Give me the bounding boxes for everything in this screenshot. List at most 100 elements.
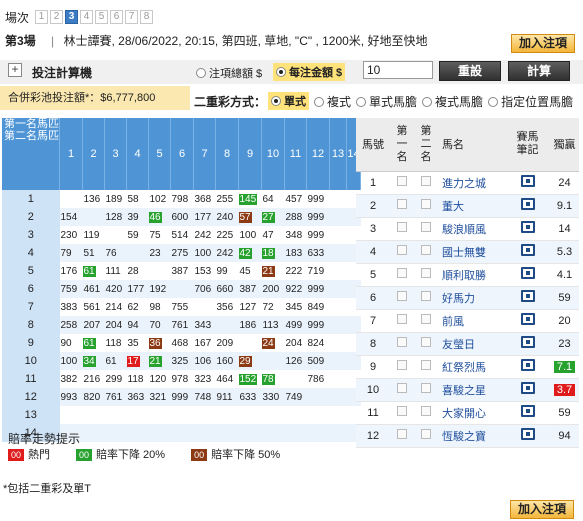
matrix-cell[interactable]: 242 (193, 226, 216, 244)
odds-value[interactable]: 214 (105, 302, 124, 313)
matrix-cell[interactable]: 993 (59, 388, 83, 406)
odds-value[interactable]: 78 (261, 373, 275, 385)
calculate-button[interactable]: 計算 (508, 61, 570, 81)
matrix-cell[interactable]: 177 (126, 280, 149, 298)
second-place-checkbox[interactable] (421, 245, 431, 255)
matrix-cell[interactable]: 978 (170, 370, 194, 388)
odds-value[interactable]: 177 (194, 212, 213, 223)
race-number-1[interactable]: 1 (35, 10, 49, 24)
odds-value[interactable]: 94 (127, 320, 140, 331)
odds-value[interactable]: 242 (194, 230, 213, 241)
matrix-cell[interactable]: 461 (82, 280, 105, 298)
odds-value[interactable]: 457 (285, 194, 304, 205)
odds-value[interactable]: 61 (105, 356, 118, 367)
matrix-cell[interactable]: 755 (170, 298, 194, 316)
odds-value[interactable]: 189 (105, 194, 124, 205)
odds-value[interactable]: 761 (171, 320, 190, 331)
odds-value[interactable]: 368 (194, 194, 213, 205)
race-notes-icon[interactable] (520, 290, 535, 302)
quinella-option-3[interactable]: 單式馬膽 (356, 93, 417, 110)
second-place-checkbox[interactable] (421, 314, 431, 324)
odds-value[interactable]: 461 (83, 284, 102, 295)
matrix-cell[interactable]: 499 (284, 316, 307, 334)
option-each-amount[interactable]: 每注金額 $ (273, 63, 346, 81)
race-notes-icon[interactable] (520, 382, 535, 394)
matrix-cell[interactable]: 183 (284, 244, 307, 262)
matrix-cell[interactable]: 98 (148, 298, 171, 316)
matrix-cell[interactable]: 78 (261, 370, 285, 388)
odds-value[interactable]: 363 (127, 392, 146, 403)
matrix-cell[interactable]: 119 (82, 226, 105, 244)
matrix-cell[interactable]: 167 (193, 334, 216, 352)
odds-value[interactable]: 383 (60, 302, 79, 313)
matrix-cell[interactable]: 824 (306, 334, 330, 352)
race-number-4[interactable]: 4 (80, 10, 94, 24)
odds-value[interactable]: 35 (127, 338, 140, 349)
matrix-cell[interactable]: 47 (261, 226, 285, 244)
odds-value[interactable]: 98 (149, 302, 162, 313)
first-place-checkbox[interactable] (397, 222, 407, 232)
odds-value[interactable]: 561 (83, 302, 102, 313)
second-place-checkbox[interactable] (421, 268, 431, 278)
race-number-5[interactable]: 5 (95, 10, 109, 24)
second-place-checkbox[interactable] (421, 337, 431, 347)
matrix-cell[interactable]: 748 (193, 388, 216, 406)
matrix-cell[interactable]: 207 (82, 316, 105, 334)
odds-value[interactable]: 978 (171, 374, 190, 385)
odds-value[interactable]: 464 (216, 374, 235, 385)
matrix-cell[interactable]: 999 (306, 316, 330, 334)
first-place-checkbox[interactable] (397, 337, 407, 347)
matrix-cell[interactable]: 759 (59, 280, 83, 298)
odds-value[interactable]: 207 (83, 320, 102, 331)
matrix-cell[interactable]: 288 (284, 208, 307, 226)
matrix-cell[interactable]: 820 (82, 388, 105, 406)
odds-value[interactable]: 176 (60, 266, 79, 277)
matrix-cell[interactable]: 46 (148, 208, 171, 226)
matrix-cell[interactable]: 61 (82, 262, 105, 280)
odds-value[interactable]: 216 (83, 374, 102, 385)
matrix-cell[interactable]: 464 (215, 370, 239, 388)
horse-name-link[interactable]: 順利取勝 (438, 263, 505, 287)
odds-value[interactable]: 36 (148, 337, 162, 349)
odds-value[interactable]: 27 (261, 211, 275, 223)
matrix-cell[interactable]: 111 (104, 262, 127, 280)
add-bet-button-top[interactable]: 加入注項 (511, 34, 575, 53)
odds-value[interactable]: 42 (238, 247, 252, 259)
odds-value[interactable]: 160 (216, 356, 235, 367)
matrix-cell[interactable]: 128 (104, 208, 127, 226)
odds-value[interactable]: 153 (194, 266, 213, 277)
matrix-cell[interactable]: 225 (215, 226, 239, 244)
matrix-cell[interactable]: 90 (59, 334, 83, 352)
matrix-cell[interactable]: 57 (238, 208, 262, 226)
odds-value[interactable]: 849 (307, 302, 326, 313)
odds-value[interactable]: 706 (194, 284, 213, 295)
matrix-cell[interactable]: 468 (170, 334, 194, 352)
odds-value[interactable]: 99 (216, 266, 229, 277)
quinella-option-5[interactable]: 指定位置馬膽 (488, 93, 573, 110)
odds-value[interactable]: 748 (194, 392, 213, 403)
matrix-cell[interactable]: 21 (148, 352, 171, 370)
matrix-cell[interactable]: 999 (306, 208, 330, 226)
odds-value[interactable]: 209 (216, 338, 235, 349)
matrix-cell[interactable]: 999 (306, 280, 330, 298)
matrix-cell[interactable]: 76 (104, 244, 127, 262)
matrix-cell[interactable]: 126 (284, 352, 307, 370)
matrix-cell[interactable]: 749 (284, 388, 307, 406)
matrix-cell[interactable]: 383 (59, 298, 83, 316)
odds-value[interactable]: 119 (83, 230, 101, 241)
matrix-cell[interactable]: 299 (104, 370, 127, 388)
second-place-checkbox[interactable] (421, 176, 431, 186)
odds-value[interactable]: 100 (60, 356, 79, 367)
odds-value[interactable]: 999 (307, 212, 326, 223)
odds-value[interactable]: 382 (60, 374, 79, 385)
matrix-cell[interactable]: 145 (238, 190, 262, 208)
matrix-cell[interactable]: 204 (284, 334, 307, 352)
odds-value[interactable]: 824 (307, 338, 326, 349)
matrix-cell[interactable]: 216 (82, 370, 105, 388)
matrix-cell[interactable]: 21 (261, 262, 285, 280)
odds-value[interactable]: 719 (307, 266, 326, 277)
odds-value[interactable]: 152 (238, 373, 258, 385)
matrix-cell[interactable]: 600 (170, 208, 194, 226)
matrix-cell[interactable]: 36 (148, 334, 171, 352)
race-notes-icon[interactable] (520, 198, 535, 210)
